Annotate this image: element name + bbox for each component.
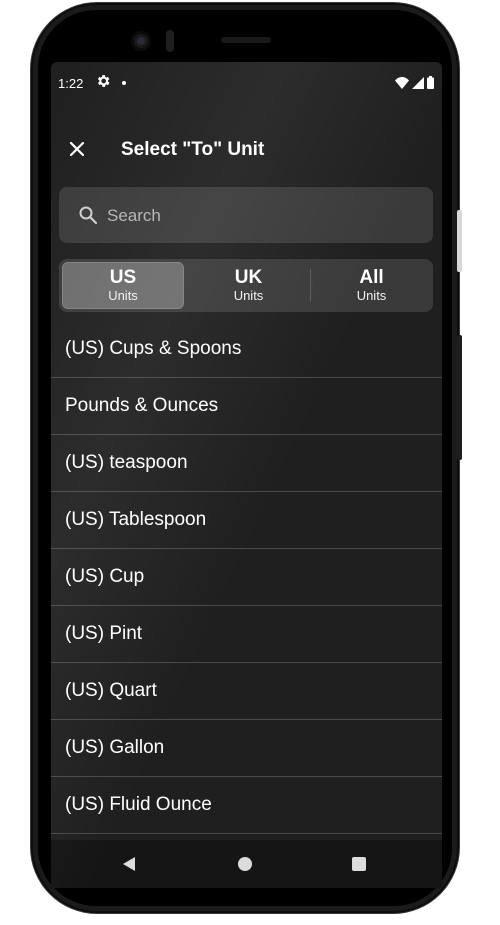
list-item[interactable]: (US) Pint (51, 606, 442, 663)
list-item[interactable]: Pounds & Ounces (51, 378, 442, 435)
list-item[interactable]: (US) Gallon (51, 720, 442, 777)
list-item[interactable]: (US) Cup (51, 549, 442, 606)
list-item[interactable]: (US) Fluid Ounce (51, 777, 442, 834)
segment-us-units[interactable]: US Units (62, 262, 184, 309)
close-icon (69, 141, 85, 157)
list-item[interactable]: (US) Tablespoon (51, 492, 442, 549)
search-input[interactable] (105, 201, 409, 231)
status-time: 1:22 (58, 76, 84, 91)
close-button[interactable] (61, 133, 93, 165)
volume-button (457, 210, 462, 272)
search-box[interactable] (59, 187, 433, 243)
status-icons (395, 76, 434, 89)
segment-label: UK (234, 266, 263, 288)
segment-sublabel: Units (108, 287, 138, 303)
segment-sublabel: Units (356, 287, 387, 303)
power-button (457, 335, 462, 460)
list-item[interactable]: (US) teaspoon (51, 435, 442, 492)
recents-icon[interactable] (352, 857, 366, 871)
notification-dot (122, 81, 126, 85)
status-bar: 1:22 (51, 62, 442, 104)
segment-sublabel: Units (233, 287, 264, 303)
battery-icon (427, 76, 434, 89)
system-nav-bar (51, 840, 442, 888)
segment-label: All (359, 266, 384, 288)
back-icon[interactable] (123, 857, 135, 871)
page-title: Select "To" Unit (121, 139, 265, 160)
proximity-sensor (166, 30, 174, 52)
search-icon (79, 206, 98, 225)
list-item[interactable]: (US) Cups & Spoons (51, 321, 442, 378)
list-item[interactable]: (US) Quart (51, 663, 442, 720)
segment-uk-units[interactable]: UK Units (187, 259, 310, 312)
earpiece-speaker (221, 37, 271, 43)
unit-system-selector: US Units UK Units All Units (59, 259, 433, 312)
unit-list: (US) Cups & Spoons Pounds & Ounces (US) … (51, 321, 442, 834)
gear-icon (97, 75, 110, 87)
segment-all-units[interactable]: All Units (310, 259, 433, 312)
segment-label: US (109, 266, 137, 288)
app-screen: 1:22 Select "To" Unit Search US Units UK… (51, 62, 442, 888)
front-camera (131, 31, 151, 51)
app-bar: Select "To" Unit (51, 124, 442, 174)
home-icon[interactable] (238, 857, 252, 871)
wifi-icon (395, 76, 409, 89)
signal-icon (412, 76, 424, 89)
segment-divider (310, 269, 311, 302)
